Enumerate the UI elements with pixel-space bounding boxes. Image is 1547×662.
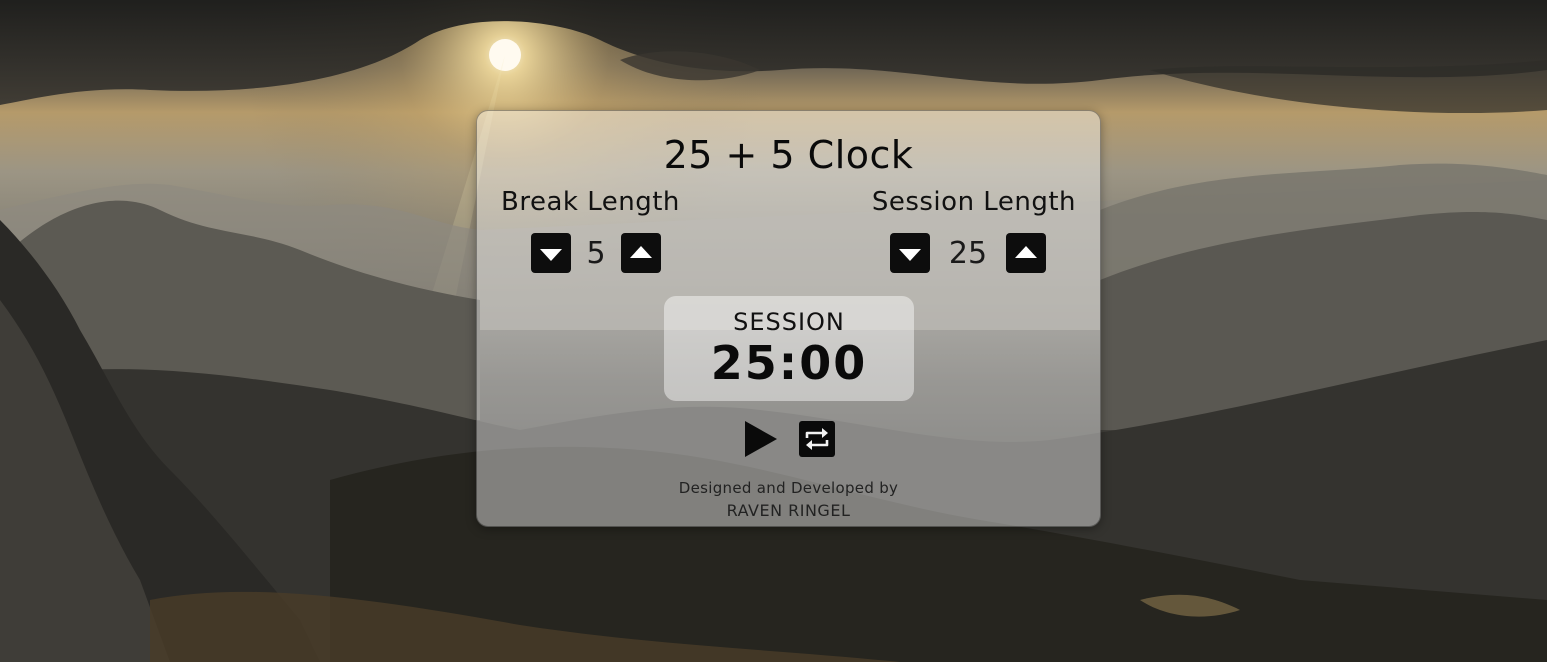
author-name: RAVEN RINGEL (726, 501, 851, 520)
break-increment-button[interactable] (621, 233, 661, 273)
repeat-icon (799, 421, 835, 457)
session-decrement-button[interactable] (890, 233, 930, 273)
background-landscape: 25 + 5 Clock Break Length Session Length… (0, 0, 1547, 662)
timer-mode-label: SESSION (733, 308, 845, 336)
time-left: 25:00 (710, 336, 868, 390)
session-length-control: 25 (890, 233, 1046, 273)
timer-display: SESSION 25:00 (664, 296, 914, 401)
play-icon (745, 421, 777, 457)
start-stop-button[interactable] (743, 419, 779, 459)
break-length-value: 5 (586, 235, 606, 271)
break-length-label: Break Length (501, 187, 680, 217)
clock-card: 25 + 5 Clock Break Length Session Length… (476, 110, 1101, 527)
caret-down-icon (540, 248, 562, 261)
caret-down-icon (899, 248, 921, 261)
break-length-control: 5 (531, 233, 661, 273)
session-increment-button[interactable] (1006, 233, 1046, 273)
session-length-value: 25 (948, 235, 988, 271)
caret-up-icon (630, 245, 652, 258)
break-decrement-button[interactable] (531, 233, 571, 273)
caret-up-icon (1015, 245, 1037, 258)
app-title: 25 + 5 Clock (663, 133, 914, 177)
credit-text: Designed and Developed by (678, 479, 899, 497)
reset-button[interactable] (799, 421, 835, 457)
session-length-label: Session Length (871, 187, 1076, 217)
